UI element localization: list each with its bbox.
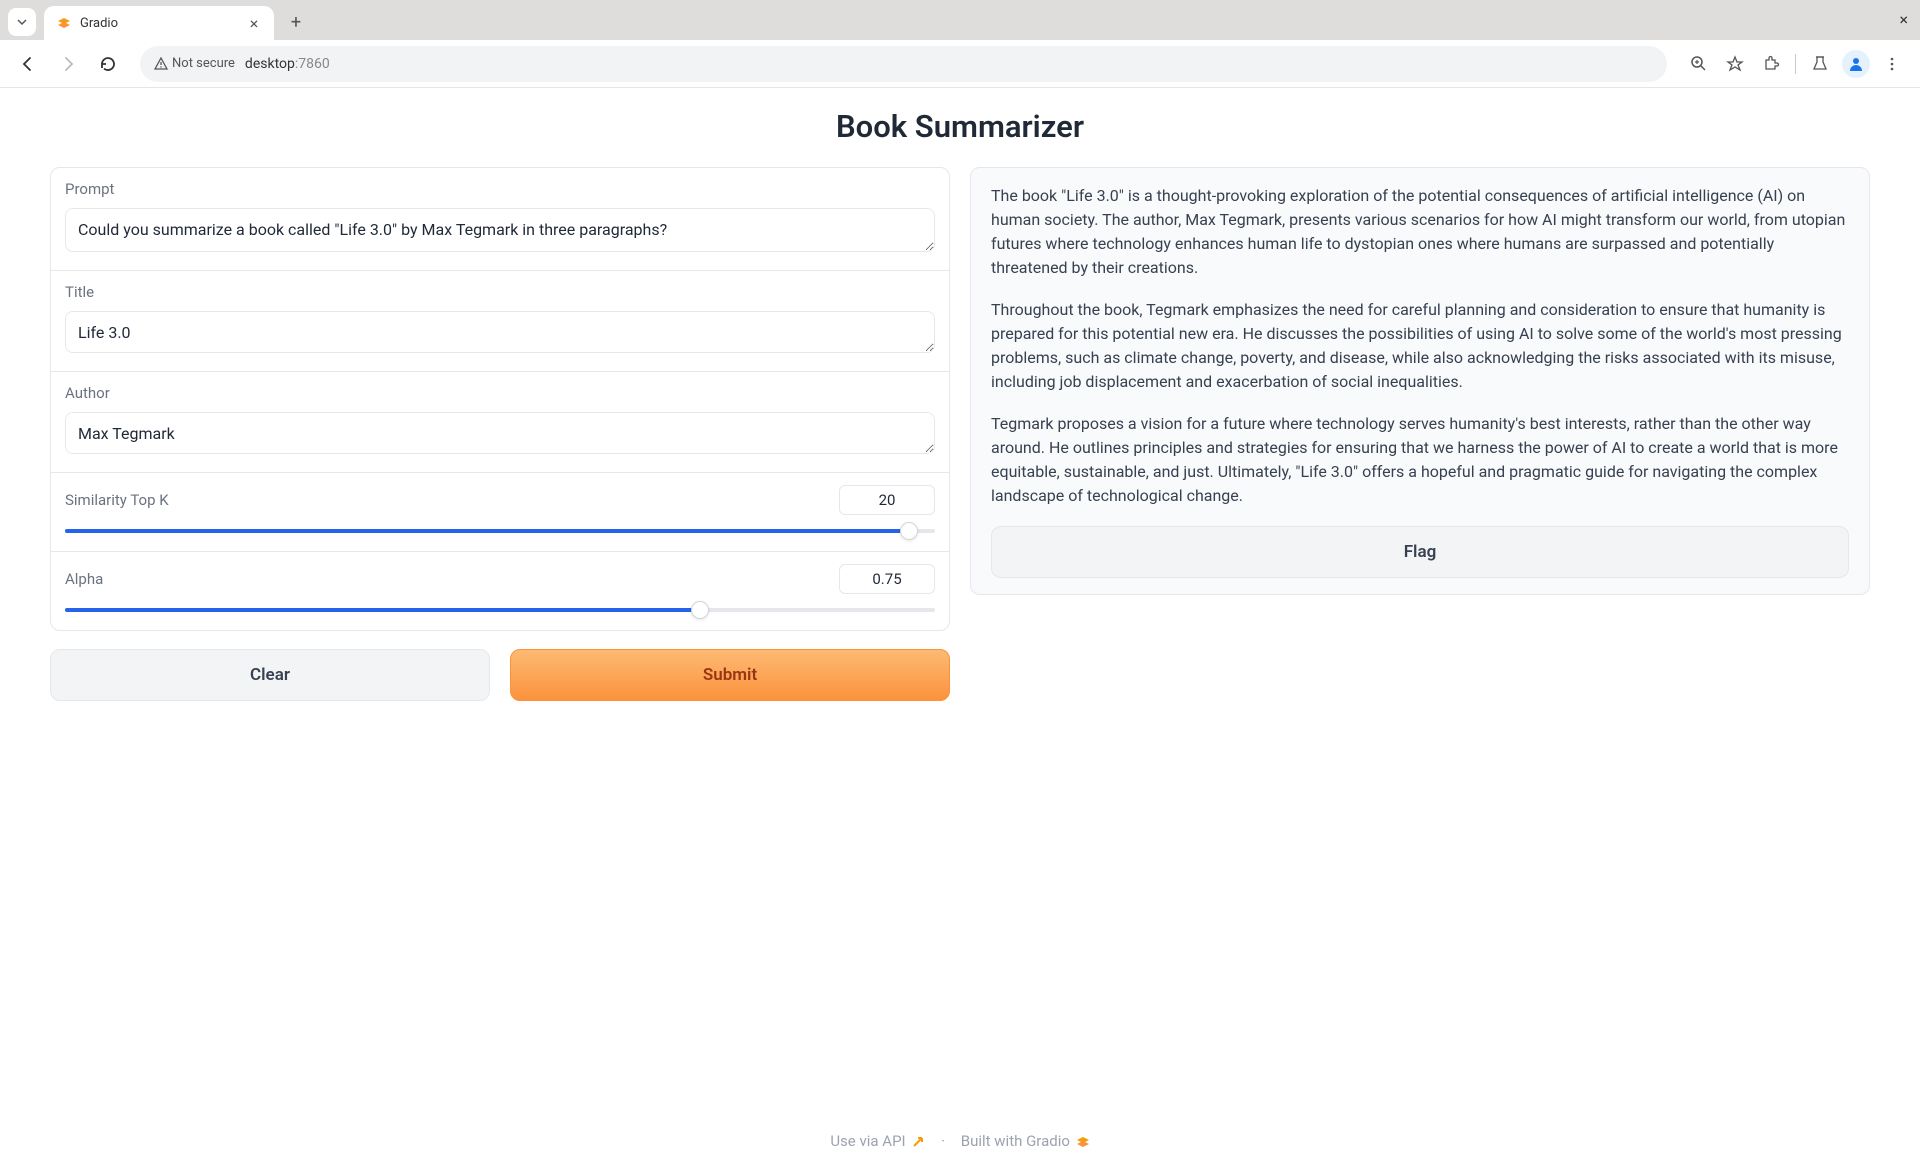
url-text: desktop:7860: [245, 56, 330, 72]
extensions-icon[interactable]: [1755, 48, 1787, 80]
output-text: The book "Life 3.0" is a thought-provoki…: [991, 184, 1849, 508]
footer: Use via API · Built with Gradio: [0, 1132, 1920, 1150]
topk-slider-thumb[interactable]: [900, 522, 918, 540]
reload-button[interactable]: [92, 48, 124, 80]
output-paragraph-2: Throughout the book, Tegmark emphasizes …: [991, 298, 1849, 394]
topk-value-input[interactable]: [839, 485, 935, 515]
input-form-panel: Prompt Title Author Similarity Top K: [50, 167, 950, 631]
alpha-slider-thumb[interactable]: [691, 601, 709, 619]
alpha-label: Alpha: [65, 570, 103, 588]
use-via-api-link[interactable]: Use via API: [830, 1132, 929, 1150]
profile-button[interactable]: [1840, 48, 1872, 80]
address-bar[interactable]: Not secure desktop:7860: [140, 46, 1667, 82]
built-with-gradio-link[interactable]: Built with Gradio: [961, 1132, 1090, 1150]
tab-title: Gradio: [80, 16, 238, 31]
topk-slider[interactable]: [65, 529, 935, 533]
output-panel: The book "Life 3.0" is a thought-provoki…: [970, 167, 1870, 595]
api-icon: [911, 1135, 925, 1149]
tab-close-button[interactable]: ×: [246, 14, 262, 33]
browser-tab-active[interactable]: Gradio ×: [44, 6, 274, 40]
zoom-icon[interactable]: [1683, 48, 1715, 80]
security-text: Not secure: [172, 56, 235, 71]
title-label: Title: [65, 283, 935, 301]
topk-label: Similarity Top K: [65, 491, 169, 509]
output-paragraph-1: The book "Life 3.0" is a thought-provoki…: [991, 184, 1849, 280]
footer-separator: ·: [941, 1132, 945, 1150]
output-paragraph-3: Tegmark proposes a vision for a future w…: [991, 412, 1849, 508]
title-input[interactable]: [65, 311, 935, 353]
browser-tab-strip: Gradio × + ×: [0, 0, 1920, 40]
clear-button[interactable]: Clear: [50, 649, 490, 701]
new-tab-button[interactable]: +: [282, 8, 310, 36]
toolbar-separator: [1795, 54, 1796, 74]
security-badge[interactable]: Not secure: [154, 56, 235, 71]
back-button[interactable]: [12, 48, 44, 80]
window-close-button[interactable]: ×: [1899, 10, 1908, 29]
author-label: Author: [65, 384, 935, 402]
gradio-favicon-icon: [56, 15, 72, 31]
forward-button[interactable]: [52, 48, 84, 80]
menu-button[interactable]: [1876, 48, 1908, 80]
browser-toolbar: Not secure desktop:7860: [0, 40, 1920, 88]
prompt-input[interactable]: [65, 208, 935, 252]
gradio-logo-icon: [1076, 1135, 1090, 1149]
page-title: Book Summarizer: [50, 108, 1870, 145]
tab-search-button[interactable]: [8, 8, 36, 36]
flag-button[interactable]: Flag: [991, 526, 1849, 578]
topk-slider-fill: [65, 529, 909, 533]
prompt-label: Prompt: [65, 180, 935, 198]
alpha-slider[interactable]: [65, 608, 935, 612]
person-icon: [1847, 55, 1865, 73]
bookmark-icon[interactable]: [1719, 48, 1751, 80]
alpha-slider-fill: [65, 608, 700, 612]
alpha-value-input[interactable]: [839, 564, 935, 594]
submit-button[interactable]: Submit: [510, 649, 950, 701]
labs-icon[interactable]: [1804, 48, 1836, 80]
warning-icon: [154, 57, 168, 71]
author-input[interactable]: [65, 412, 935, 454]
